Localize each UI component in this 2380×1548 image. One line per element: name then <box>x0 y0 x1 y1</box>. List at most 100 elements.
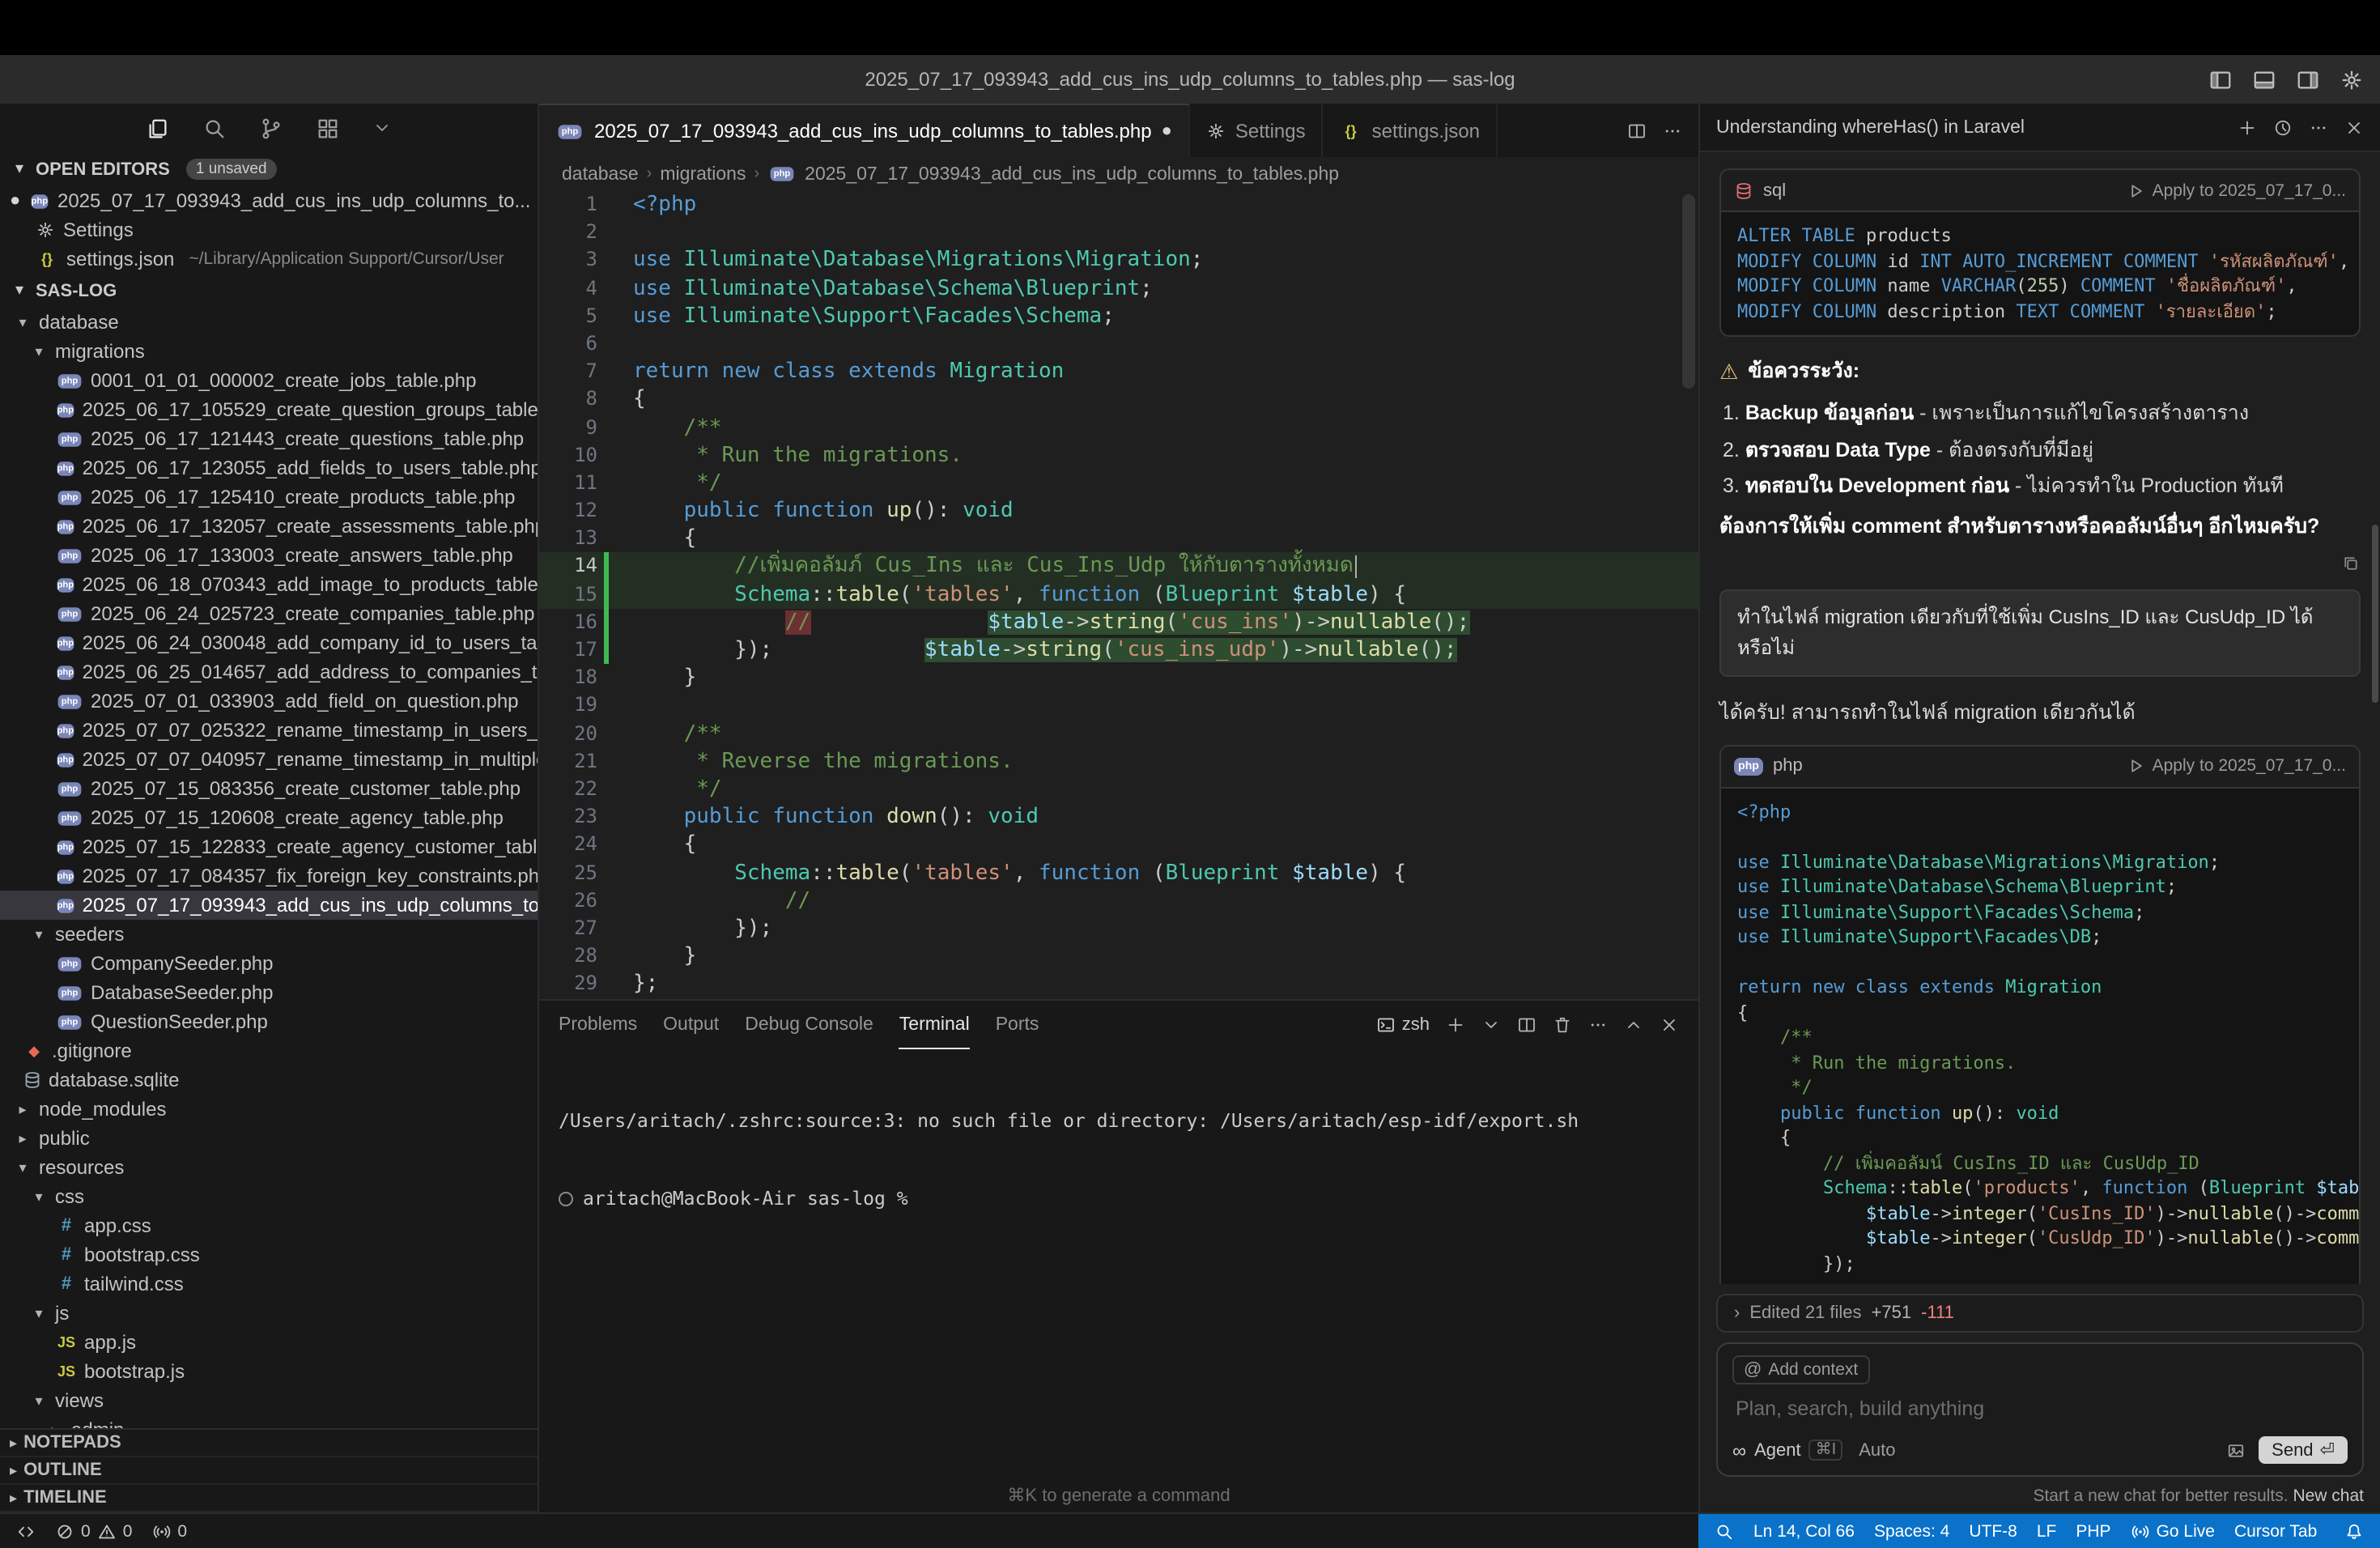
new-chat-icon[interactable] <box>2238 117 2257 137</box>
tree-item[interactable]: php2025_06_18_070343_add_image_to_produc… <box>0 570 538 599</box>
ports-indicator[interactable]: 0 <box>151 1521 187 1541</box>
tree-item[interactable]: ▸public <box>0 1124 538 1153</box>
tree-item[interactable]: JSbootstrap.js <box>0 1357 538 1386</box>
tab-settings[interactable]: Settings <box>1190 104 1324 157</box>
editor-line[interactable]: 25 Schema::table('tables', function (Blu… <box>539 859 1698 887</box>
chevron-down-icon[interactable] <box>1481 1015 1501 1035</box>
extensions-icon[interactable] <box>316 116 340 140</box>
toggle-bottom-panel-icon[interactable] <box>2252 67 2276 91</box>
editor-line[interactable]: 17 }); $table->string('cus_ins_udp')->nu… <box>539 636 1698 664</box>
tree-item[interactable]: ▾views <box>0 1386 538 1415</box>
tree-item[interactable]: php2025_06_17_125410_create_products_tab… <box>0 483 538 512</box>
split-terminal-icon[interactable] <box>1517 1015 1536 1035</box>
tree-item[interactable]: ▾migrations <box>0 337 538 366</box>
editor-line[interactable]: 13 { <box>539 525 1698 553</box>
editor-line[interactable]: 21 * Reverse the migrations. <box>539 748 1698 776</box>
tree-item[interactable]: #bootstrap.css <box>0 1240 538 1269</box>
editor-line[interactable]: 27 }); <box>539 915 1698 942</box>
chat-input-box[interactable]: @ Add context Plan, search, build anythi… <box>1716 1342 2364 1477</box>
kill-terminal-icon[interactable] <box>1553 1015 1572 1035</box>
editor-line[interactable]: 2 <box>539 219 1698 246</box>
panel-tab-debug-console[interactable]: Debug Console <box>745 1001 873 1049</box>
status-encoding[interactable]: UTF-8 <box>1959 1521 2027 1541</box>
editor-line[interactable]: 5use Illuminate\Support\Facades\Schema; <box>539 303 1698 330</box>
chat-scrollbar[interactable] <box>2372 525 2378 703</box>
tree-item[interactable]: php2025_07_07_040957_rename_timestamp_in… <box>0 745 538 774</box>
tree-item[interactable]: php2025_06_24_025723_create_companies_ta… <box>0 599 538 628</box>
editor-line[interactable]: 23 public function down(): void <box>539 803 1698 831</box>
status-indentation[interactable]: Spaces: 4 <box>1864 1521 1959 1541</box>
close-panel-icon[interactable] <box>1660 1015 1679 1035</box>
copy-icon[interactable] <box>2341 553 2361 572</box>
editor-line[interactable]: 24 { <box>539 831 1698 859</box>
tree-item[interactable]: php2025_07_07_025322_rename_timestamp_in… <box>0 716 538 745</box>
chat-scroll-area[interactable]: sql Apply to 2025_07_17_0... ALTER TABLE… <box>1700 152 2380 1284</box>
editor-line[interactable]: 28 } <box>539 942 1698 970</box>
tree-item[interactable]: php0001_01_01_000002_create_jobs_table.p… <box>0 366 538 395</box>
search-icon[interactable] <box>202 116 227 140</box>
notifications-bell[interactable] <box>2335 1521 2374 1541</box>
toggle-left-panel-icon[interactable] <box>2208 67 2233 91</box>
panel-tab-terminal[interactable]: Terminal <box>899 1001 970 1049</box>
tree-item[interactable]: ▾database <box>0 308 538 337</box>
tree-item[interactable]: #tailwind.css <box>0 1269 538 1299</box>
sidebar-section-timeline[interactable]: ▸TIMELINE <box>0 1485 538 1512</box>
tree-item[interactable]: php2025_07_15_122833_create_agency_custo… <box>0 832 538 861</box>
editor-line[interactable]: 18 } <box>539 664 1698 691</box>
tab-active-file[interactable]: php2025_07_17_093943_add_cus_ins_udp_col… <box>539 104 1190 157</box>
breadcrumb-file[interactable]: 2025_07_17_093943_add_cus_ins_udp_column… <box>805 164 1339 184</box>
send-button[interactable]: Send ⏎ <box>2259 1436 2348 1464</box>
tree-item[interactable]: ▾js <box>0 1299 538 1328</box>
editor-line[interactable]: 20 /** <box>539 720 1698 747</box>
apply-button[interactable]: Apply to 2025_07_17_0... <box>2127 756 2346 776</box>
open-editor-item[interactable]: {}settings.json~/Library/Application Sup… <box>0 245 538 274</box>
new-chat-link[interactable]: New chat <box>2293 1486 2364 1506</box>
status-cursor-tab[interactable]: Cursor Tab <box>2225 1521 2327 1541</box>
tree-item[interactable]: php2025_06_24_030048_add_company_id_to_u… <box>0 628 538 657</box>
tree-item[interactable]: ▸admin <box>0 1415 538 1428</box>
tree-item[interactable]: ◆.gitignore <box>0 1036 538 1065</box>
tree-item[interactable]: JSapp.js <box>0 1328 538 1357</box>
attach-image-icon[interactable] <box>2226 1440 2246 1460</box>
apply-button[interactable]: Apply to 2025_07_17_0... <box>2127 181 2346 200</box>
agent-mode-selector[interactable]: ∞ Agent ⌘I <box>1732 1439 1842 1461</box>
editor-line[interactable]: 22 */ <box>539 776 1698 803</box>
breadcrumb-item[interactable]: migrations <box>660 164 746 184</box>
open-editor-item[interactable]: ●php2025_07_17_093943_add_cus_ins_udp_co… <box>0 186 538 215</box>
new-terminal-icon[interactable] <box>1446 1015 1465 1035</box>
editor-line[interactable]: 15 Schema::table('tables', function (Blu… <box>539 580 1698 608</box>
tree-item[interactable]: phpDatabaseSeeder.php <box>0 978 538 1007</box>
more-actions-icon[interactable] <box>1588 1015 1608 1035</box>
tree-item[interactable]: php2025_06_17_123055_add_fields_to_users… <box>0 453 538 483</box>
tree-item[interactable]: php2025_07_17_093943_add_cus_ins_udp_col… <box>0 891 538 920</box>
status-search[interactable] <box>1705 1521 1744 1541</box>
editor-line[interactable]: 16 // $table->string('cus_ins')->nullabl… <box>539 609 1698 636</box>
open-editor-item[interactable]: Settings <box>0 215 538 245</box>
tree-item[interactable]: php2025_07_15_083356_create_customer_tab… <box>0 774 538 803</box>
chevron-down-icon[interactable] <box>372 118 392 138</box>
editor-line[interactable]: 7return new class extends Migration <box>539 358 1698 385</box>
maximize-panel-icon[interactable] <box>1624 1015 1643 1035</box>
status-cursor-position[interactable]: Ln 14, Col 66 <box>1744 1521 1864 1541</box>
code-editor[interactable]: 1<?php2 3use Illuminate\Database\Migrati… <box>539 191 1698 999</box>
chat-tab-title[interactable]: Understanding whereHas() in Laravel <box>1716 117 2025 137</box>
tree-item[interactable]: php2025_07_01_033903_add_field_on_questi… <box>0 687 538 716</box>
tree-item[interactable]: phpCompanySeeder.php <box>0 949 538 978</box>
tree-item[interactable]: php2025_06_17_105529_create_question_gro… <box>0 395 538 424</box>
toggle-right-panel-icon[interactable] <box>2296 67 2320 91</box>
editor-line[interactable]: 14 //เพิ่มคอลัมภ์ Cus_Ins และ Cus_Ins_Ud… <box>539 553 1698 580</box>
editor-line[interactable]: 9 /** <box>539 414 1698 441</box>
tree-item[interactable]: php2025_06_17_132057_create_assessments_… <box>0 512 538 541</box>
editor-line[interactable]: 12 public function up(): void <box>539 497 1698 525</box>
tab-settings-json[interactable]: {}settings.json <box>1324 104 1498 157</box>
status-go-live[interactable]: Go Live <box>2121 1521 2225 1541</box>
tree-item[interactable]: php2025_07_15_120608_create_agency_table… <box>0 803 538 832</box>
editor-line[interactable]: 1<?php <box>539 191 1698 219</box>
tree-item[interactable]: ▾css <box>0 1182 538 1211</box>
edited-files-row[interactable]: › Edited 21 files +751 -111 <box>1716 1294 2364 1333</box>
editor-line[interactable]: 10 * Run the migrations. <box>539 441 1698 469</box>
tree-item[interactable]: php2025_06_17_121443_create_questions_ta… <box>0 424 538 453</box>
history-icon[interactable] <box>2273 117 2293 137</box>
more-actions-icon[interactable] <box>1663 121 1682 140</box>
status-eol[interactable]: LF <box>2027 1521 2067 1541</box>
